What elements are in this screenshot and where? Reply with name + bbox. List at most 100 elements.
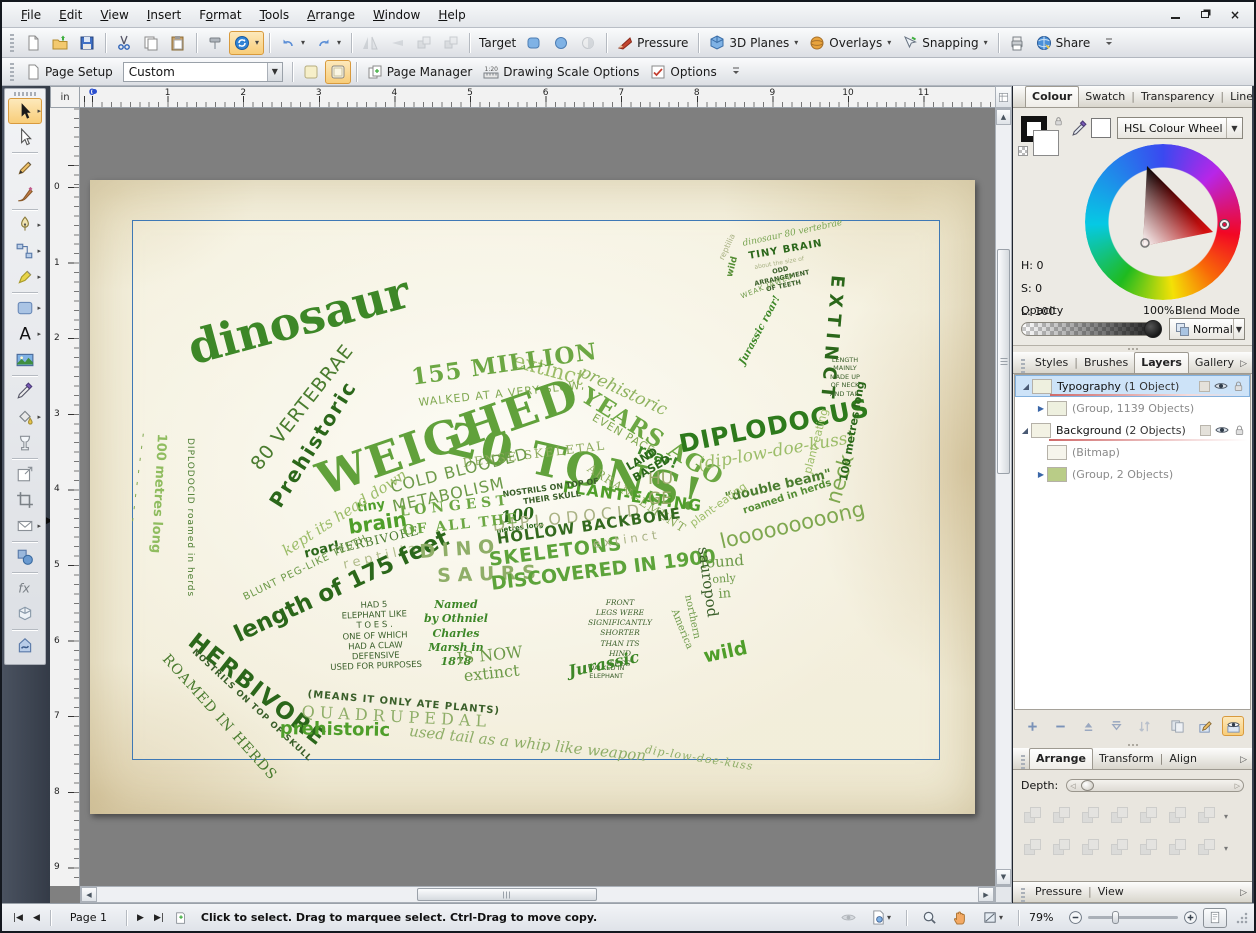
pressure-button[interactable]: Pressure	[612, 31, 693, 55]
vertical-ruler[interactable]: 0123456789	[50, 108, 80, 886]
flip-vertical-button[interactable]	[384, 31, 410, 55]
first-page-button[interactable]: |◀	[8, 911, 28, 925]
print-button[interactable]	[1004, 31, 1030, 55]
live-effects-tool[interactable]: fx	[8, 575, 42, 601]
crop-tool[interactable]	[8, 487, 42, 513]
scroll-down-button[interactable]: ▼	[996, 869, 1011, 885]
duplicate-layer-button[interactable]	[1166, 716, 1188, 736]
redo-button[interactable]: ▾	[311, 31, 346, 55]
layer-expander-icon[interactable]: ◢	[1020, 382, 1032, 391]
edit-all-layers-button[interactable]	[1194, 716, 1216, 736]
show-all-layers-button[interactable]	[1222, 716, 1244, 736]
gallery-tab-layers[interactable]: Layers	[1134, 352, 1189, 373]
restore-button[interactable]	[1194, 7, 1216, 22]
page-preset-select[interactable]: Custom▼	[123, 62, 283, 82]
colour-tab-line[interactable]: Line	[1224, 87, 1256, 107]
lock-icon[interactable]	[1233, 424, 1246, 437]
arrange-tab-align[interactable]: Align	[1163, 749, 1203, 769]
hue-marker[interactable]	[1220, 220, 1229, 229]
horizontal-ruler[interactable]: 01234567891011	[80, 86, 995, 108]
target-contrast-button[interactable]	[575, 31, 601, 55]
layer-row[interactable]: ◢Background (2 Objects)	[1015, 419, 1250, 441]
drawing-scale-options-button[interactable]: 1:20Drawing Scale Options	[478, 60, 644, 84]
layer-row[interactable]: ◢Typography (1 Object)	[1015, 375, 1250, 397]
page-background-2-button[interactable]	[325, 60, 351, 84]
copy-button[interactable]	[138, 31, 164, 55]
palette-grip[interactable]	[14, 92, 36, 96]
pencil-tool[interactable]	[8, 155, 42, 181]
move-layer-up-button[interactable]	[1077, 716, 1099, 736]
menu-arrange[interactable]: Arrange	[298, 4, 364, 26]
resize-grip[interactable]	[1236, 912, 1248, 924]
eyedropper-icon[interactable]	[1071, 120, 1088, 141]
layer-row[interactable]: ▶(Group, 2 Objects)	[1015, 463, 1250, 485]
horizontal-scrollbar[interactable]: ◀ ▶	[80, 886, 995, 903]
next-page-button[interactable]: ▶	[132, 911, 149, 925]
shadow-tool[interactable]	[8, 461, 42, 487]
depth-slider-thumb[interactable]	[1081, 780, 1094, 791]
toggle-rulers-button[interactable]	[995, 86, 1012, 108]
vertical-scrollbar[interactable]: ▲ ▼	[995, 108, 1012, 886]
colour-tab-colour[interactable]: Colour	[1025, 86, 1079, 107]
bottom-tab-view[interactable]: View	[1092, 882, 1130, 902]
share-button[interactable]: Share	[1031, 31, 1096, 55]
menu-edit[interactable]: Edit	[50, 4, 91, 26]
view-quality-icon[interactable]: ▾	[978, 908, 1008, 927]
page-manager-button[interactable]: Page Manager	[362, 60, 477, 84]
delete-layer-button[interactable]	[1049, 716, 1071, 736]
options-button[interactable]: Options	[645, 60, 721, 84]
toolbar-overflow-button[interactable]	[723, 60, 749, 84]
transparency-tool[interactable]	[8, 430, 42, 456]
open-button[interactable]	[47, 31, 73, 55]
close-button[interactable]: ×	[1224, 7, 1246, 22]
arrange-tab-transform[interactable]: Transform	[1093, 749, 1160, 769]
panel-grip[interactable]	[1021, 888, 1025, 902]
zoom-slider[interactable]	[1088, 916, 1178, 919]
toolbar-grip[interactable]	[10, 63, 14, 81]
layer-row[interactable]: ▶(Group, 1139 Objects)	[1015, 397, 1250, 419]
target-rectangle-button[interactable]	[521, 31, 547, 55]
fit-page-button[interactable]	[1203, 908, 1227, 928]
depth-increase-icon[interactable]: ▷	[1235, 782, 1240, 790]
ruler-units[interactable]: in	[50, 86, 80, 108]
3d-planes-button[interactable]: 3D Planes▾	[704, 31, 803, 55]
menu-tools[interactable]: Tools	[251, 4, 299, 26]
fill-line-swatches[interactable]	[1021, 116, 1065, 160]
selector-tool[interactable]: ▸	[8, 98, 42, 124]
snapping-button[interactable]: Snapping▾	[897, 31, 992, 55]
push-hand-icon[interactable]	[947, 908, 973, 928]
gallery-tab-styles[interactable]: Styles	[1029, 353, 1074, 373]
fill-colour-swatch[interactable]	[1033, 130, 1059, 156]
layer-edit-toggle[interactable]	[1200, 425, 1211, 436]
text-tool[interactable]: A▸	[8, 321, 42, 347]
layer-expander-icon[interactable]: ▶	[1035, 404, 1047, 413]
colour-picker-mode-select[interactable]: HSL Colour Wheel▼	[1117, 117, 1243, 139]
colour-tab-transparency[interactable]: Transparency	[1135, 87, 1220, 107]
arrange-tab-arrange[interactable]: Arrange	[1029, 748, 1093, 769]
vertical-scroll-thumb[interactable]	[997, 249, 1010, 474]
cut-button[interactable]	[111, 31, 137, 55]
scroll-up-button[interactable]: ▲	[996, 109, 1011, 125]
menu-view[interactable]: View	[91, 4, 137, 26]
depth-slider[interactable]: ◁ ▷	[1066, 779, 1244, 792]
mould-tool[interactable]: ▸	[8, 513, 42, 539]
target-ellipse-button[interactable]	[548, 31, 574, 55]
page-setup-button[interactable]: Page Setup	[20, 60, 118, 84]
highlighter-tool[interactable]: ▸	[8, 264, 42, 290]
opacity-slider-thumb[interactable]	[1144, 320, 1162, 338]
scroll-left-button[interactable]: ◀	[81, 887, 97, 902]
last-page-button[interactable]: ▶|	[149, 911, 169, 925]
shape-builder-tool[interactable]: ▸	[8, 238, 42, 264]
overlays-button[interactable]: Overlays▾	[804, 31, 896, 55]
photo-tool[interactable]	[8, 347, 42, 373]
previous-page-button[interactable]: ◀	[28, 911, 45, 925]
saturation-triangle[interactable]	[1085, 144, 1241, 300]
save-button[interactable]	[74, 31, 100, 55]
hsl-colour-wheel[interactable]	[1085, 144, 1241, 300]
document-page[interactable]: dinosaurextinctprehistoric155 MILLIONYEA…	[90, 180, 975, 814]
blend-tool[interactable]	[8, 544, 42, 570]
chevron-down-icon[interactable]: ▾	[1224, 844, 1228, 853]
tabbar-overflow-icon[interactable]: ▷	[1240, 888, 1247, 902]
rectangle-tool[interactable]: ▸	[8, 295, 42, 321]
flip-horizontal-button[interactable]	[357, 31, 383, 55]
